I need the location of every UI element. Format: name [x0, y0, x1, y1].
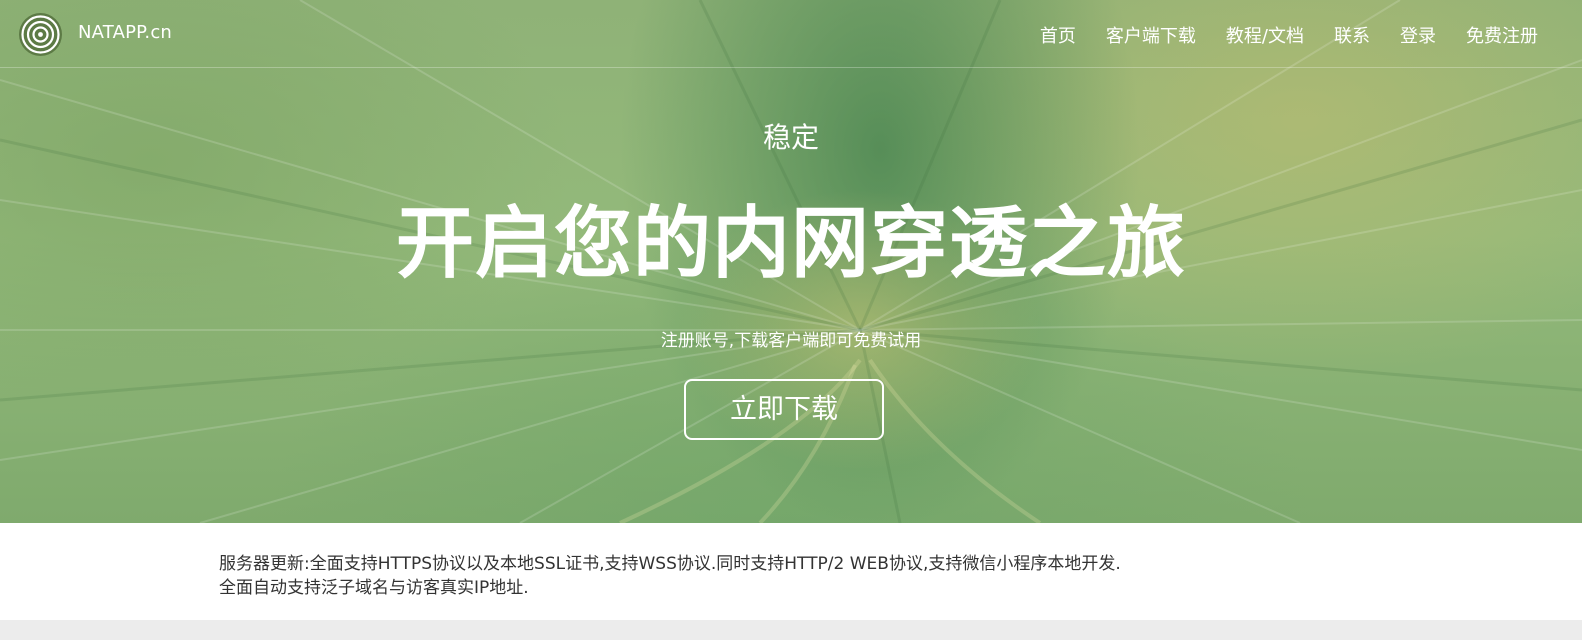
nav-item-register[interactable]: 免费注册	[1466, 22, 1538, 48]
main-nav: 首页 客户端下载 教程/文档 联系 登录 免费注册	[1040, 22, 1538, 48]
nav-item-home[interactable]: 首页	[1040, 22, 1076, 48]
nav-item-docs[interactable]: 教程/文档	[1226, 22, 1304, 48]
brand-name[interactable]: NATAPP.cn	[78, 22, 172, 43]
nav-item-login[interactable]: 登录	[1400, 22, 1436, 48]
top-navbar: NATAPP.cn 首页 客户端下载 教程/文档 联系 登录 免费注册	[0, 0, 1582, 68]
hero-subline: 注册账号,下载客户端即可免费试用	[660, 331, 922, 351]
nav-item-client-download[interactable]: 客户端下载	[1106, 22, 1196, 48]
notice-line-1: 服务器更新:全面支持HTTPS协议以及本地SSL证书,支持WSS协议.同时支持H…	[219, 554, 1121, 574]
hero-banner: NATAPP.cn 首页 客户端下载 教程/文档 联系 登录 免费注册 稳定 开…	[0, 0, 1582, 523]
notice-line-2: 全面自动支持泛子域名与访客真实IP地址.	[219, 578, 529, 598]
nav-item-contact[interactable]: 联系	[1334, 22, 1370, 48]
hero-eyebrow: 稳定	[762, 121, 819, 154]
section-divider-band	[0, 620, 1582, 640]
concentric-rings-logo-icon[interactable]	[18, 12, 63, 57]
server-update-notice: 服务器更新:全面支持HTTPS协议以及本地SSL证书,支持WSS协议.同时支持H…	[219, 552, 1121, 600]
download-now-button[interactable]: 立即下载	[684, 379, 884, 440]
hero-headline: 开启您的内网穿透之旅	[395, 199, 1186, 289]
